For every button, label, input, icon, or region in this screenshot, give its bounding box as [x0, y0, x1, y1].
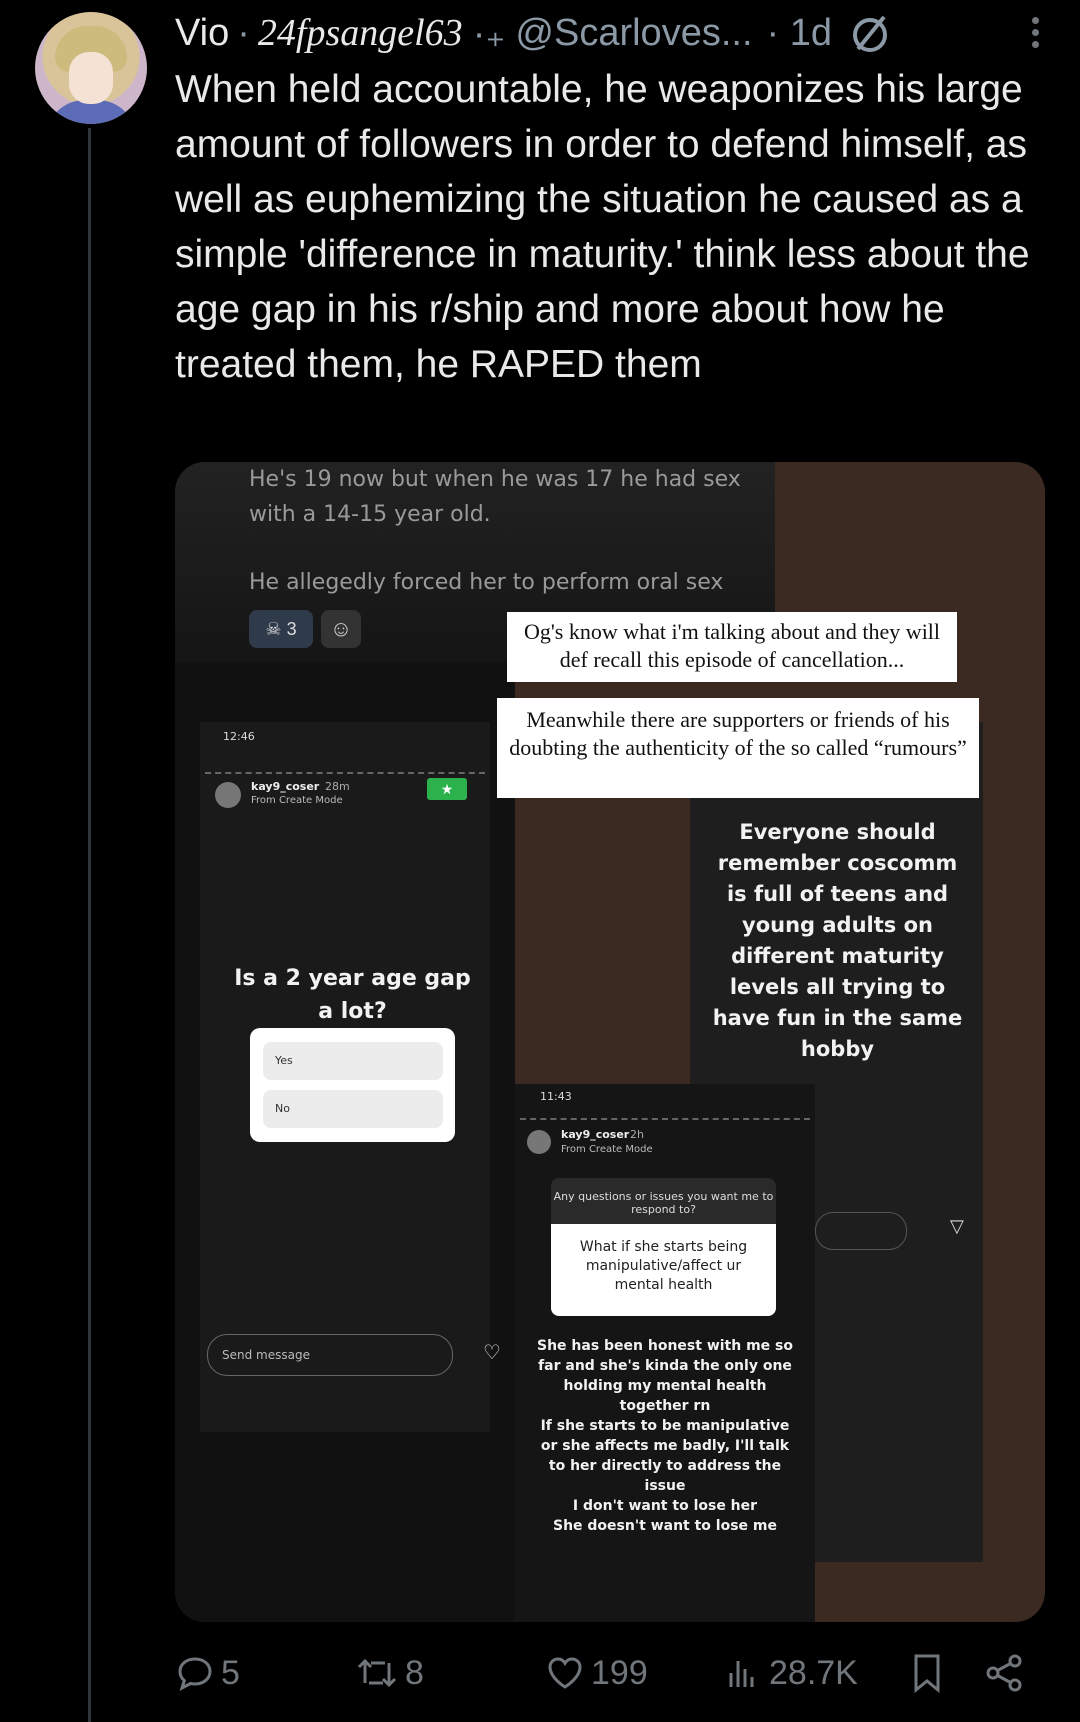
reply-icon — [178, 1657, 212, 1692]
story-user-1: kay9_coser — [251, 780, 320, 793]
name-decor: · — [237, 11, 250, 54]
reply-count: 5 — [221, 1653, 240, 1692]
comment-line-2: with a 14-15 year old. — [249, 502, 491, 527]
caption-card-1: Og's know what i'm talking about and the… — [507, 612, 957, 682]
timestamp[interactable]: · 1d — [767, 12, 832, 55]
share-icon — [986, 1654, 1022, 1692]
story-age-3: 2h — [630, 1128, 644, 1141]
close-friends-badge: ★ — [427, 778, 467, 800]
answer-line: She doesn't want to lose me — [552, 1518, 777, 1534]
story-user-3: kay9_coser — [561, 1128, 630, 1141]
story-3-answer: She has been honest with me so far and s… — [525, 1336, 805, 1536]
answer-line: holding my mental health — [563, 1378, 767, 1394]
verified-slash-icon — [852, 15, 887, 52]
tweet-media[interactable]: He's 19 now but when he was 17 he had se… — [175, 462, 1045, 1622]
like-icon — [548, 1657, 582, 1689]
answer-line: If she starts to be manipulative — [540, 1418, 790, 1434]
like-button[interactable]: 199 — [545, 1645, 648, 1701]
views-button[interactable]: 28.7K — [723, 1645, 858, 1701]
send-icon[interactable]: ▽ — [950, 1216, 964, 1237]
status-time-3: 11:43 — [540, 1090, 572, 1103]
bookmark-icon — [914, 1654, 940, 1694]
story-avatar-1 — [215, 782, 241, 808]
answer-line: to her directly to address the — [548, 1458, 782, 1474]
thread-line — [88, 128, 91, 1722]
comment-line-1: He's 19 now but when he was 17 he had se… — [249, 467, 741, 492]
story-progress-3 — [520, 1118, 810, 1120]
more-icon[interactable] — [1025, 12, 1045, 52]
handle[interactable]: @Scarloves... — [515, 12, 752, 55]
send-message-input[interactable]: Send message — [207, 1334, 453, 1376]
name-decor-2: ·₊ — [472, 12, 506, 55]
poll-question: Is a 2 year age gap a lot? — [234, 966, 471, 1024]
answer-line: She has been honest with me so — [536, 1338, 793, 1354]
fancy-name[interactable]: 24fpsangel63 — [258, 11, 463, 55]
skull-icon: ☠ — [265, 619, 282, 639]
repost-button[interactable]: 8 — [355, 1645, 424, 1701]
repost-count: 8 — [405, 1653, 424, 1692]
display-name[interactable]: Vio — [175, 12, 229, 55]
bookmark-button[interactable] — [907, 1645, 953, 1701]
answer-line: far and she's kinda the only one — [538, 1358, 792, 1374]
comment-line-3: He allegedly forced her to perform oral … — [249, 570, 724, 595]
question-answer-box: What if she starts being manipulative/af… — [551, 1224, 776, 1316]
story-avatar-3 — [527, 1130, 551, 1154]
story-progress-1 — [205, 772, 485, 774]
like-count: 199 — [591, 1653, 648, 1692]
story-age-1: 28m — [325, 780, 350, 793]
heart-icon[interactable]: ♡ — [483, 1340, 501, 1365]
story-2-text: Everyone should remember coscomm is full… — [712, 820, 963, 1061]
tweet-header: Vio · 24fpsangel63 ·₊ @Scarloves... · 1d — [175, 8, 1035, 58]
reaction-count: 3 — [286, 619, 297, 639]
question-prompt: Any questions or issues you want me to r… — [551, 1178, 776, 1230]
tweet-text: When held accountable, he weaponizes his… — [175, 68, 1030, 386]
reply-button[interactable]: 5 — [175, 1645, 240, 1701]
poll-option-no[interactable]: No — [263, 1090, 443, 1128]
status-time-1: 12:46 — [223, 730, 255, 743]
story-mode-3: From Create Mode — [561, 1144, 653, 1155]
poll-option-yes[interactable]: Yes — [263, 1042, 443, 1080]
action-bar: 5 8 199 28.7K — [175, 1645, 1045, 1701]
view-count: 28.7K — [769, 1653, 858, 1692]
reply-input-2[interactable] — [815, 1212, 907, 1250]
answer-line: I don't want to lose her — [572, 1498, 758, 1514]
answer-line: together rn — [619, 1398, 711, 1414]
skull-reaction[interactable]: ☠ 3 — [249, 610, 313, 648]
avatar[interactable] — [35, 12, 147, 124]
story-mode-1: From Create Mode — [251, 795, 343, 806]
caption-card-2: Meanwhile there are supporters or friend… — [497, 698, 979, 798]
answer-line: or she affects me badly, I'll talk — [540, 1438, 790, 1454]
views-icon — [729, 1661, 754, 1687]
repost-icon — [357, 1658, 397, 1688]
smile-icon[interactable]: ☺ — [321, 610, 361, 648]
share-button[interactable] — [983, 1645, 1033, 1701]
answer-line: issue — [644, 1478, 686, 1494]
